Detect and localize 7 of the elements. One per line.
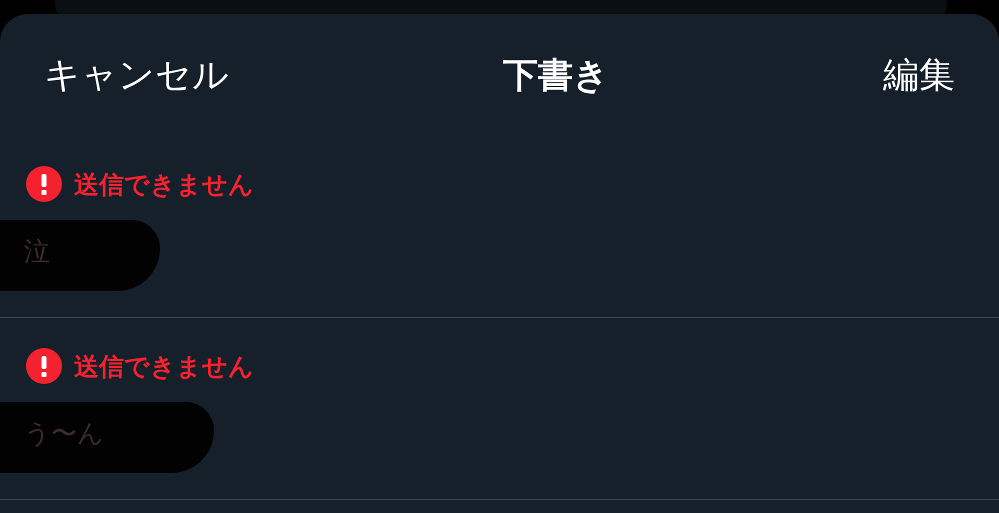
cancel-button[interactable]: キャンセル [40, 48, 233, 102]
edit-button[interactable]: 編集 [879, 48, 959, 102]
error-message: 送信できません [74, 168, 254, 200]
error-message: 送信できません [74, 350, 254, 382]
error-icon [26, 348, 62, 384]
sheet-title: 下書き [503, 54, 609, 98]
error-icon [26, 166, 62, 202]
